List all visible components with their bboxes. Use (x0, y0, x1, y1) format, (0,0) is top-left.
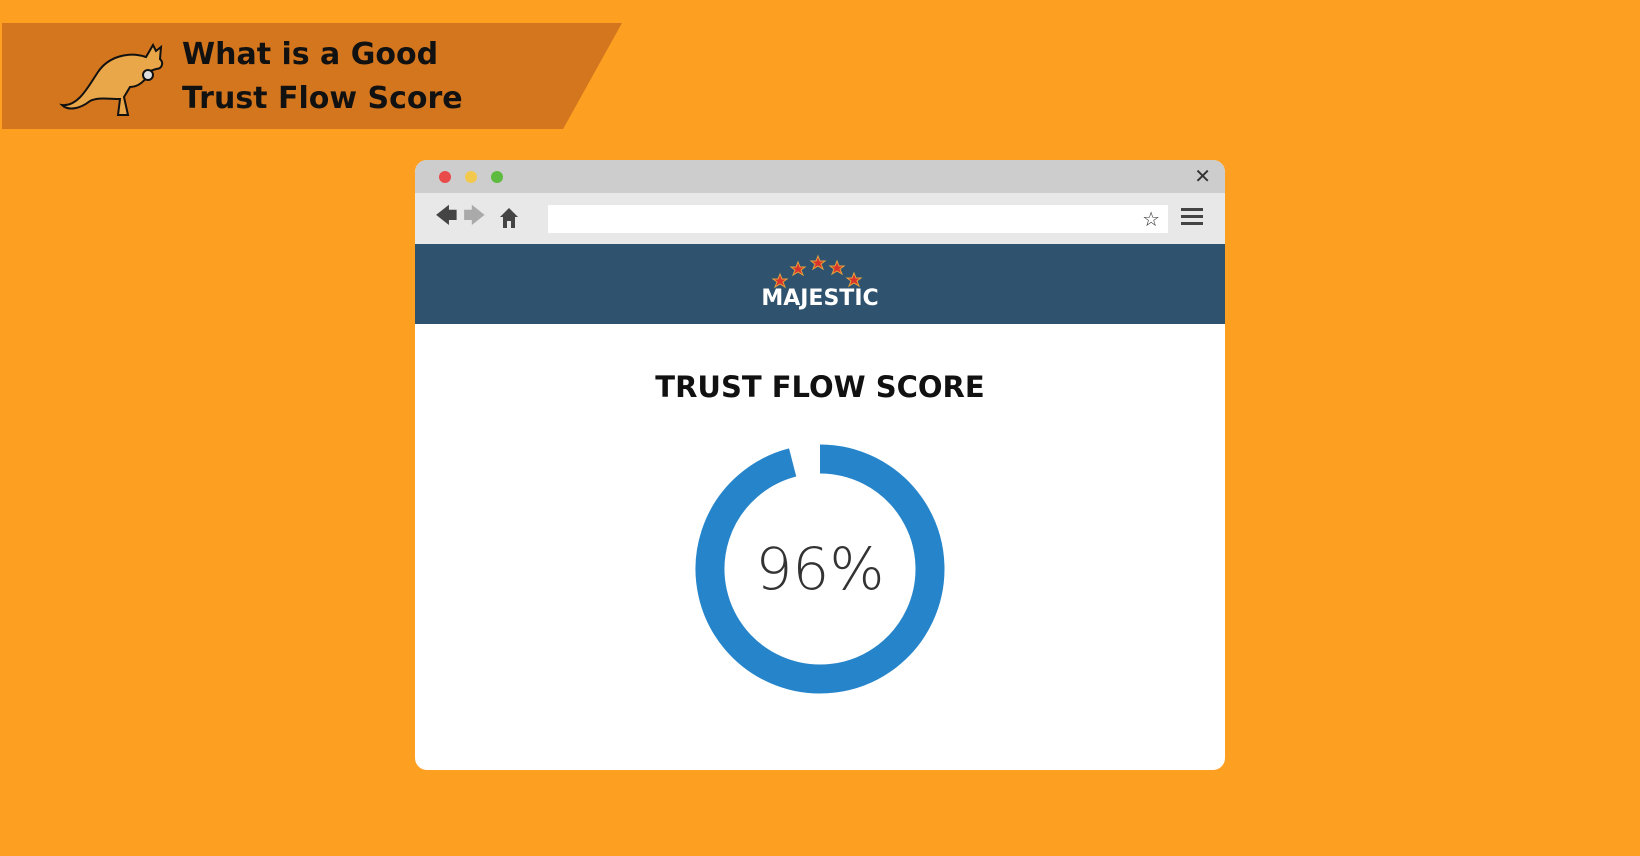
close-dot[interactable] (439, 171, 451, 183)
toolbar: 🡄 🡆 ☆ (415, 193, 1225, 244)
maximize-dot[interactable] (491, 171, 503, 183)
kangaroo-logo (59, 42, 164, 116)
title-bar: ✕ (415, 160, 1225, 193)
hamburger-icon[interactable] (1181, 205, 1203, 229)
browser-window: ✕ 🡄 🡆 ☆ MAJESTIC TRUST FLOW SCORE 96% (415, 160, 1225, 770)
minimize-dot[interactable] (465, 171, 477, 183)
majestic-brand: MAJESTIC (761, 286, 879, 311)
star-outline-icon[interactable]: ☆ (1142, 207, 1160, 231)
address-bar[interactable]: ☆ (548, 205, 1168, 233)
home-icon[interactable] (499, 207, 519, 229)
arrow-left-icon[interactable]: 🡄 (435, 205, 458, 229)
site-header: MAJESTIC (415, 244, 1225, 324)
close-icon[interactable]: ✕ (1194, 164, 1211, 188)
arrow-right-icon[interactable]: 🡆 (463, 205, 486, 229)
banner-title-line1: What is a Good (182, 37, 439, 72)
score-percentage: 96% (755, 535, 885, 603)
banner-title-line2: Trust Flow Score (182, 81, 463, 116)
score-title: TRUST FLOW SCORE (655, 370, 985, 404)
title-banner: What is a Good Trust Flow Score (2, 23, 622, 129)
